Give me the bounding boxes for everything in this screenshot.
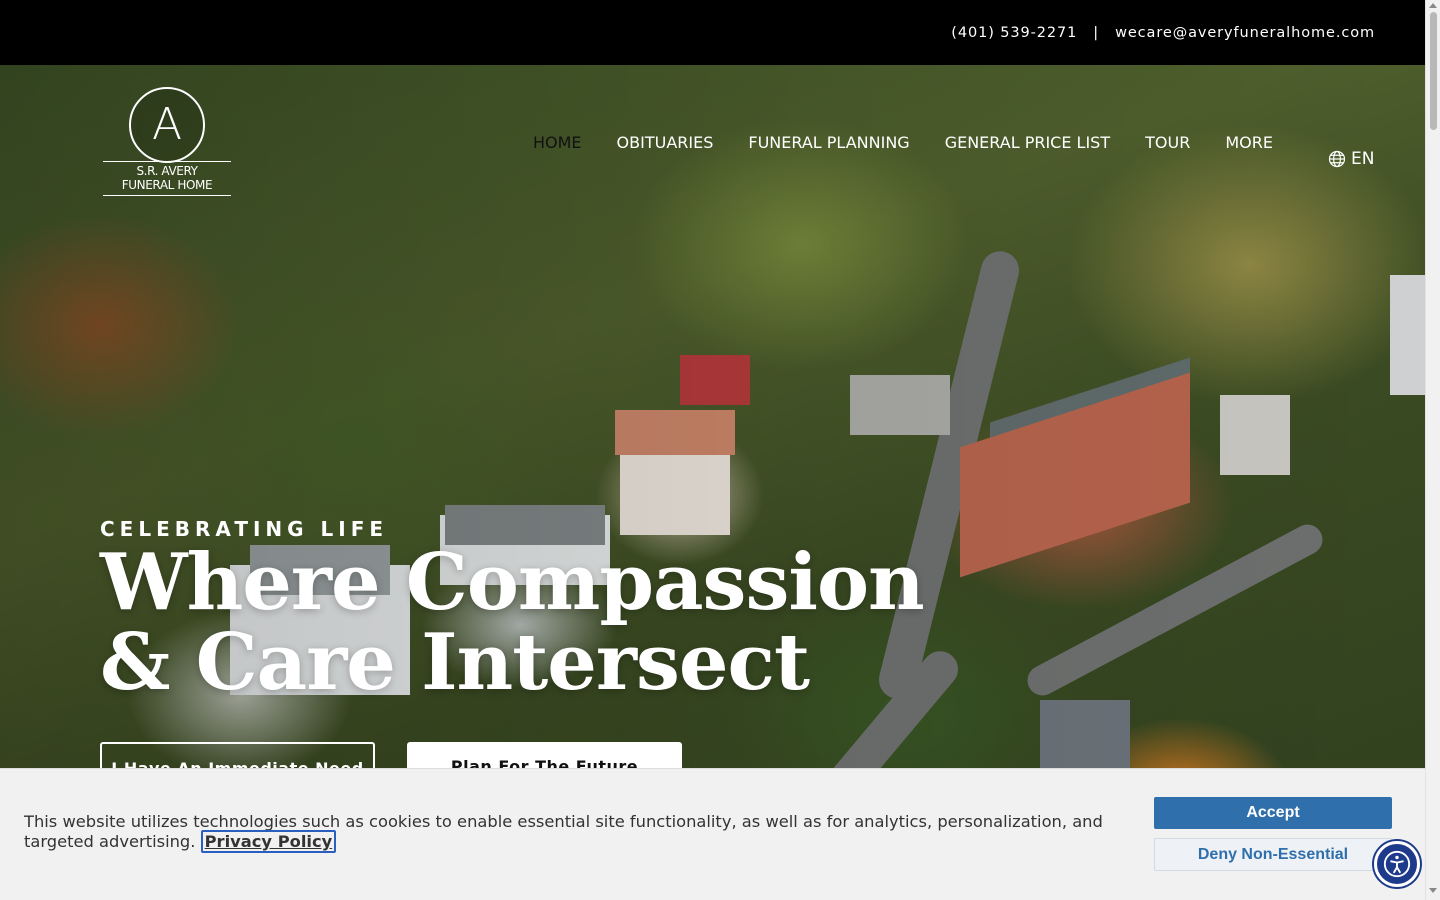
logo-line-2: FUNERAL HOME [121,178,213,192]
logo-rule [103,161,231,162]
privacy-policy-link[interactable]: Privacy Policy [200,830,337,853]
logo-monogram: A [129,87,205,163]
accessibility-button[interactable] [1374,841,1420,887]
main-nav: HOME OBITUARIES FUNERAL PLANNING GENERAL… [533,133,1273,152]
nav-item-home[interactable]: HOME [533,133,582,152]
nav-item-obituaries[interactable]: OBITUARIES [617,133,714,152]
site-logo[interactable]: A S.R. AVERY FUNERAL HOME [103,87,231,199]
accessibility-icon [1383,850,1411,878]
language-label: EN [1351,149,1375,169]
phone-link[interactable]: (401) 539-2271 [951,25,1077,41]
logo-line-1: S.R. AVERY [136,164,198,178]
scroll-up-arrow[interactable] [1429,3,1437,8]
accept-cookies-button[interactable]: Accept [1154,797,1392,829]
contact-separator: | [1093,24,1100,41]
scroll-thumb[interactable] [1430,12,1437,130]
page-scrollbar[interactable] [1425,0,1440,900]
top-contact-bar: (401) 539-2271 | wecare@averyfuneralhome… [0,0,1425,65]
cookie-text: This website utilizes technologies such … [24,812,1103,851]
language-selector[interactable]: EN [1328,149,1374,169]
deny-cookies-button[interactable]: Deny Non-Essential [1154,838,1392,871]
globe-icon [1328,150,1346,168]
email-link[interactable]: wecare@averyfuneralhome.com [1115,25,1375,41]
hero-headline-line-2: & Care Intersect [100,617,810,708]
nav-item-more[interactable]: MORE [1225,133,1273,152]
hero-headline-line-1: Where Compassion [100,537,925,628]
nav-item-tour[interactable]: TOUR [1145,133,1190,152]
nav-item-general-price-list[interactable]: GENERAL PRICE LIST [945,133,1110,152]
logo-rule [103,195,231,196]
scroll-down-arrow[interactable] [1429,888,1437,893]
nav-item-funeral-planning[interactable]: FUNERAL PLANNING [748,133,909,152]
cookie-banner: This website utilizes technologies such … [0,768,1425,900]
hero-headline: Where Compassion & Care Intersect [100,537,925,708]
cookie-message: This website utilizes technologies such … [24,812,1104,853]
